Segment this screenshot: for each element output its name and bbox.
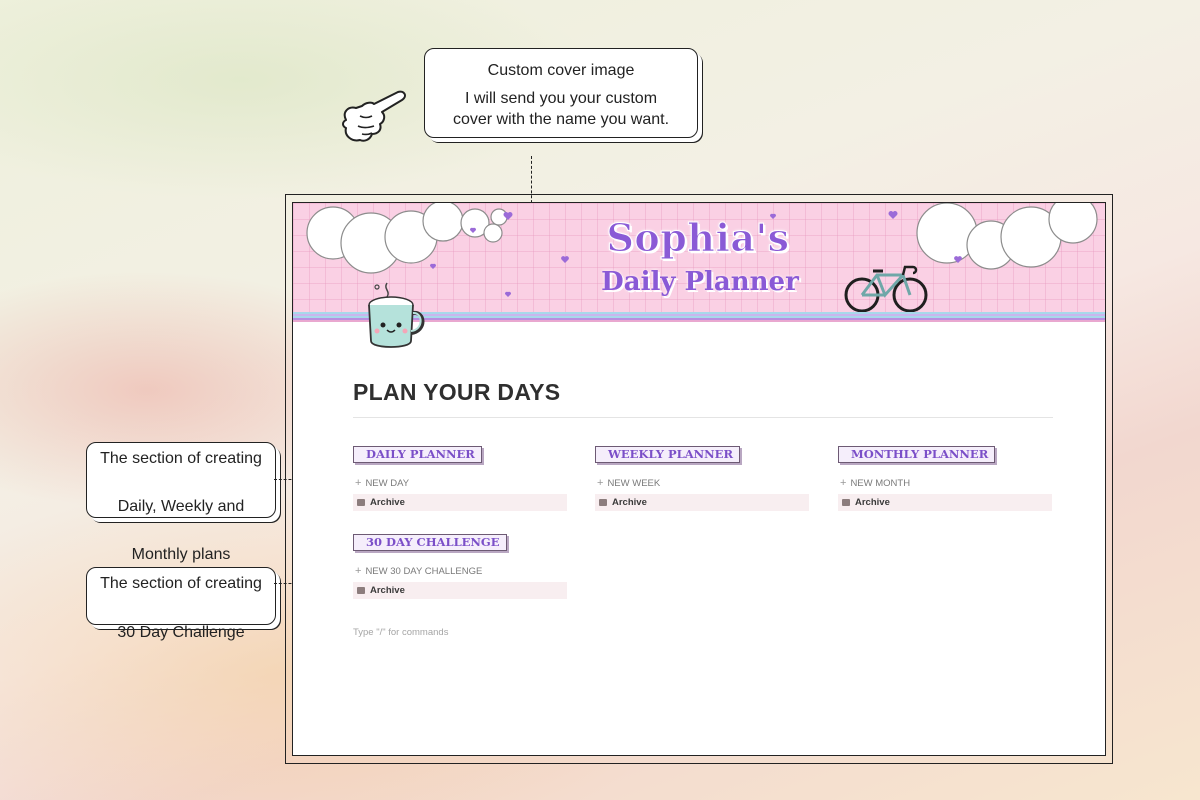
monthly-planner-section: MONTHLY PLANNER + NEW MONTH Archive (838, 445, 1052, 511)
button-label: NEW MONTH (850, 478, 911, 489)
archive-icon (357, 499, 365, 506)
challenge-section-callout: The section of creating 30 Day Challenge (86, 567, 276, 641)
plus-icon: + (840, 477, 847, 489)
notion-page: Sophia's Daily Planner PLAN YOUR DAYS DA (292, 202, 1106, 756)
callout-text-line: Monthly plans (131, 546, 231, 563)
archive-icon (842, 499, 850, 506)
callout-text-line: cover with the name you want. (452, 111, 670, 128)
callout-text: The section of creating 30 Day Challenge (87, 573, 275, 644)
bicycle-icon (844, 265, 928, 313)
archive-label: Archive (612, 497, 647, 508)
new-challenge-button[interactable]: + NEW 30 DAY CHALLENGE (353, 564, 567, 578)
callout-title: Custom cover image (487, 62, 635, 79)
archive-label: Archive (370, 497, 405, 508)
archive-label: Archive (370, 585, 405, 596)
gallery-title[interactable]: MONTHLY PLANNER (838, 446, 996, 463)
weekly-planner-section: WEEKLY PLANNER + NEW WEEK Archive (595, 445, 809, 511)
archive-row[interactable]: Archive (353, 494, 567, 511)
pointing-hand-icon (342, 90, 406, 142)
page-title: PLAN YOUR DAYS (353, 379, 561, 405)
callout-text: I will send you your custom cover with t… (425, 88, 697, 130)
planners-section-callout: The section of creating Daily, Weekly an… (86, 442, 276, 563)
new-month-button[interactable]: + NEW MONTH (838, 476, 1052, 490)
cover-title: Sophia's (606, 215, 790, 261)
command-hint[interactable]: Type "/" for commands (353, 627, 448, 638)
new-day-button[interactable]: + NEW DAY (353, 476, 567, 490)
callout-text: The section of creating Daily, Weekly an… (87, 448, 275, 566)
daily-planner-section: DAILY PLANNER + NEW DAY Archive (353, 445, 567, 511)
archive-row[interactable]: Archive (353, 582, 567, 599)
archive-row[interactable]: Archive (838, 494, 1052, 511)
new-week-button[interactable]: + NEW WEEK (595, 476, 809, 490)
heading-divider (353, 417, 1053, 418)
plus-icon: + (597, 477, 604, 489)
callout-text-line: The section of creating (100, 450, 262, 467)
cover-image-callout: Custom cover image I will send you your … (424, 48, 698, 138)
callout-text-line: The section of creating (100, 575, 262, 592)
mug-icon[interactable] (365, 279, 427, 353)
plus-icon: + (355, 477, 362, 489)
archive-icon (357, 587, 365, 594)
gallery-title[interactable]: WEEKLY PLANNER (595, 446, 741, 463)
callout-text-line: Daily, Weekly and (117, 498, 245, 515)
callout-text-line: 30 Day Challenge (117, 624, 245, 641)
button-label: NEW DAY (365, 478, 410, 489)
gallery-title[interactable]: 30 DAY CHALLENGE (353, 534, 507, 551)
plus-icon: + (355, 565, 362, 577)
button-label: NEW 30 DAY CHALLENGE (365, 566, 483, 577)
archive-label: Archive (855, 497, 890, 508)
button-label: NEW WEEK (607, 478, 661, 489)
cover-subtitle: Daily Planner (601, 267, 799, 297)
archive-icon (599, 499, 607, 506)
challenge-section: 30 DAY CHALLENGE + NEW 30 DAY CHALLENGE A… (353, 533, 567, 599)
gallery-title[interactable]: DAILY PLANNER (353, 446, 482, 463)
callout-text-line: I will send you your custom (464, 90, 658, 107)
archive-row[interactable]: Archive (595, 494, 809, 511)
